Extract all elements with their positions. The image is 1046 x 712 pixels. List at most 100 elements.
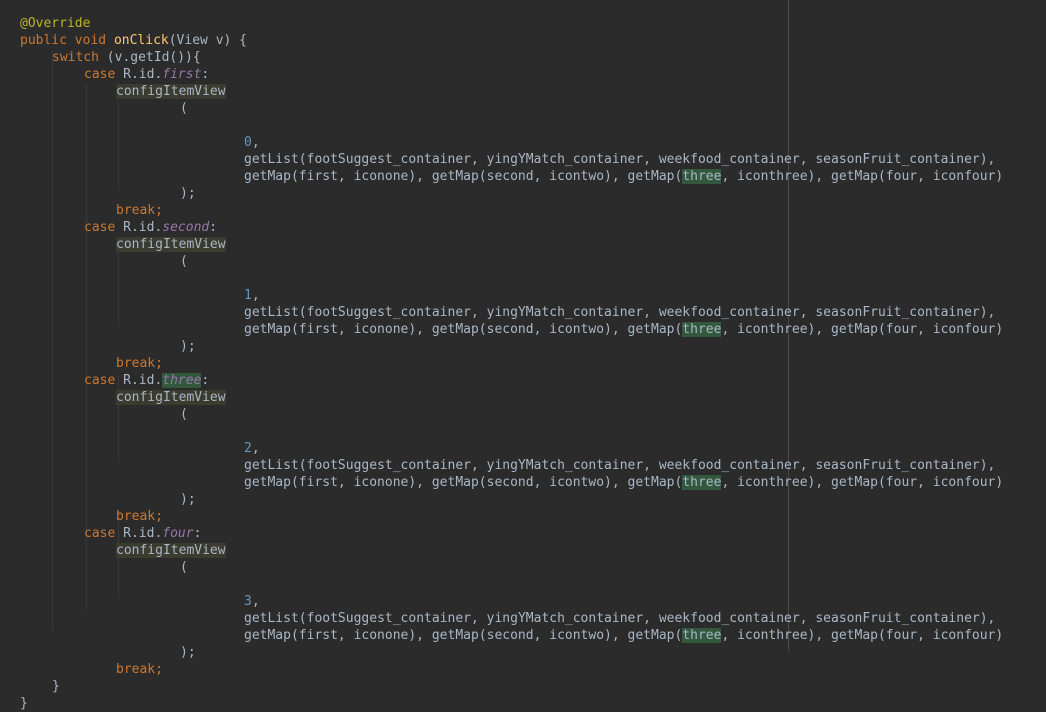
code-text: ;	[155, 509, 163, 524]
code-line-open-paren: (	[180, 406, 188, 423]
code-text: R.id.	[123, 67, 163, 82]
code-line-signature: public void onClick(View v) {	[20, 32, 247, 49]
number-token: 0	[244, 135, 252, 150]
method-call-token: configItemView	[116, 84, 226, 99]
keyword-token: break	[116, 662, 156, 677]
method-call-token: configItemView	[116, 390, 226, 405]
code-text: , iconthree), getMap(four, iconfour)	[721, 322, 1004, 337]
keyword-token: public	[20, 33, 67, 48]
field-token: three	[162, 373, 202, 388]
code-line-getlist: getList(footSuggest_container, yingYMatc…	[244, 610, 995, 627]
code-text: );	[180, 645, 196, 660]
code-text: getMap(first, iconone), getMap(second, i…	[244, 475, 683, 490]
method-call-token: configItemView	[116, 543, 226, 558]
number-token: 2	[244, 441, 252, 456]
code-text: (	[180, 254, 188, 269]
code-text: :	[209, 220, 218, 235]
highlighted-token: three	[682, 169, 722, 184]
highlighted-token: three	[682, 628, 722, 643]
code-line-close-paren: );	[180, 185, 196, 202]
code-text: , iconthree), getMap(four, iconfour)	[721, 628, 1004, 643]
code-text: ;	[155, 356, 163, 371]
code-text: :	[201, 67, 210, 82]
keyword-token: case	[84, 67, 116, 82]
code-text: getMap(first, iconone), getMap(second, i…	[244, 628, 683, 643]
indent-guide	[118, 102, 119, 190]
code-text: (View v) {	[168, 33, 248, 48]
code-text: ,	[251, 288, 260, 303]
code-line-getmap: getMap(first, iconone), getMap(second, i…	[244, 168, 1003, 185]
indent-guide	[52, 50, 53, 630]
method-name-token: onClick	[113, 33, 169, 48]
code-line-break: break;	[116, 202, 163, 219]
code-line-open-paren: (	[180, 559, 188, 576]
code-line-break: break;	[116, 508, 163, 525]
keyword-token: case	[84, 526, 116, 541]
code-text: );	[180, 339, 196, 354]
code-line-call: configItemView	[116, 542, 226, 559]
code-line-break: break;	[116, 661, 163, 678]
code-line-annotation: @Override	[20, 15, 90, 32]
code-line-close-method: }	[20, 695, 28, 712]
field-token: second	[162, 220, 210, 235]
code-line-index: 0,	[244, 134, 260, 151]
code-line-index: 3,	[244, 593, 260, 610]
method-call-token: getList	[244, 611, 299, 626]
keyword-token: case	[84, 373, 116, 388]
code-text: (footSuggest_container, yingYMatch_conta…	[298, 305, 996, 320]
code-text: ,	[251, 594, 260, 609]
code-text: (	[180, 560, 188, 575]
code-text: (	[180, 101, 188, 116]
code-line-close-paren: );	[180, 338, 196, 355]
method-call-token: getList	[244, 152, 299, 167]
code-text: );	[180, 186, 196, 201]
keyword-token: break	[116, 356, 156, 371]
code-text: ;	[155, 203, 163, 218]
keyword-token: case	[84, 220, 116, 235]
keyword-token: void	[74, 33, 107, 48]
method-call-token: getList	[244, 305, 299, 320]
code-text: ,	[251, 135, 260, 150]
highlighted-token: three	[682, 475, 722, 490]
code-text: :	[201, 373, 210, 388]
code-line-case: case R.id.four:	[84, 525, 201, 542]
code-editor[interactable]: @Override public void onClick(View v) {sw…	[0, 0, 1046, 711]
code-text: R.id.	[123, 526, 163, 541]
keyword-token: switch	[52, 50, 99, 65]
annotation-token: @Override	[20, 16, 91, 31]
code-text: );	[180, 492, 196, 507]
code-line-switch: switch (v.getId()){	[52, 49, 201, 66]
code-line-open-paren: (	[180, 253, 188, 270]
code-text: :	[193, 526, 202, 541]
keyword-token: break	[116, 509, 156, 524]
code-text: R.id.	[123, 220, 163, 235]
code-text: }	[20, 696, 28, 711]
number-token: 1	[244, 288, 252, 303]
code-line-case: case R.id.second:	[84, 219, 217, 236]
code-line-call: configItemView	[116, 236, 226, 253]
code-text: }	[52, 679, 60, 694]
code-line-index: 1,	[244, 287, 260, 304]
code-line-getlist: getList(footSuggest_container, yingYMatc…	[244, 151, 995, 168]
method-call-token: getList	[244, 458, 299, 473]
code-line-index: 2,	[244, 440, 260, 457]
code-line-call: configItemView	[116, 389, 226, 406]
code-text: , iconthree), getMap(four, iconfour)	[721, 169, 1004, 184]
number-token: 3	[244, 594, 252, 609]
code-text: ;	[155, 662, 163, 677]
code-text: R.id.	[123, 373, 163, 388]
keyword-token: break	[116, 203, 156, 218]
code-line-case: case R.id.first:	[84, 66, 209, 83]
code-text: getMap(first, iconone), getMap(second, i…	[244, 322, 683, 337]
field-token: four	[162, 526, 194, 541]
code-line-getmap: getMap(first, iconone), getMap(second, i…	[244, 474, 1003, 491]
code-line-close-paren: );	[180, 491, 196, 508]
code-text: (footSuggest_container, yingYMatch_conta…	[298, 611, 996, 626]
code-line-getlist: getList(footSuggest_container, yingYMatc…	[244, 304, 995, 321]
code-text: getMap(first, iconone), getMap(second, i…	[244, 169, 683, 184]
code-text: (v.getId()){	[98, 50, 201, 65]
code-text: ,	[251, 441, 260, 456]
method-call-token: configItemView	[116, 237, 226, 252]
code-text: (	[180, 407, 188, 422]
field-token: first	[162, 67, 202, 82]
